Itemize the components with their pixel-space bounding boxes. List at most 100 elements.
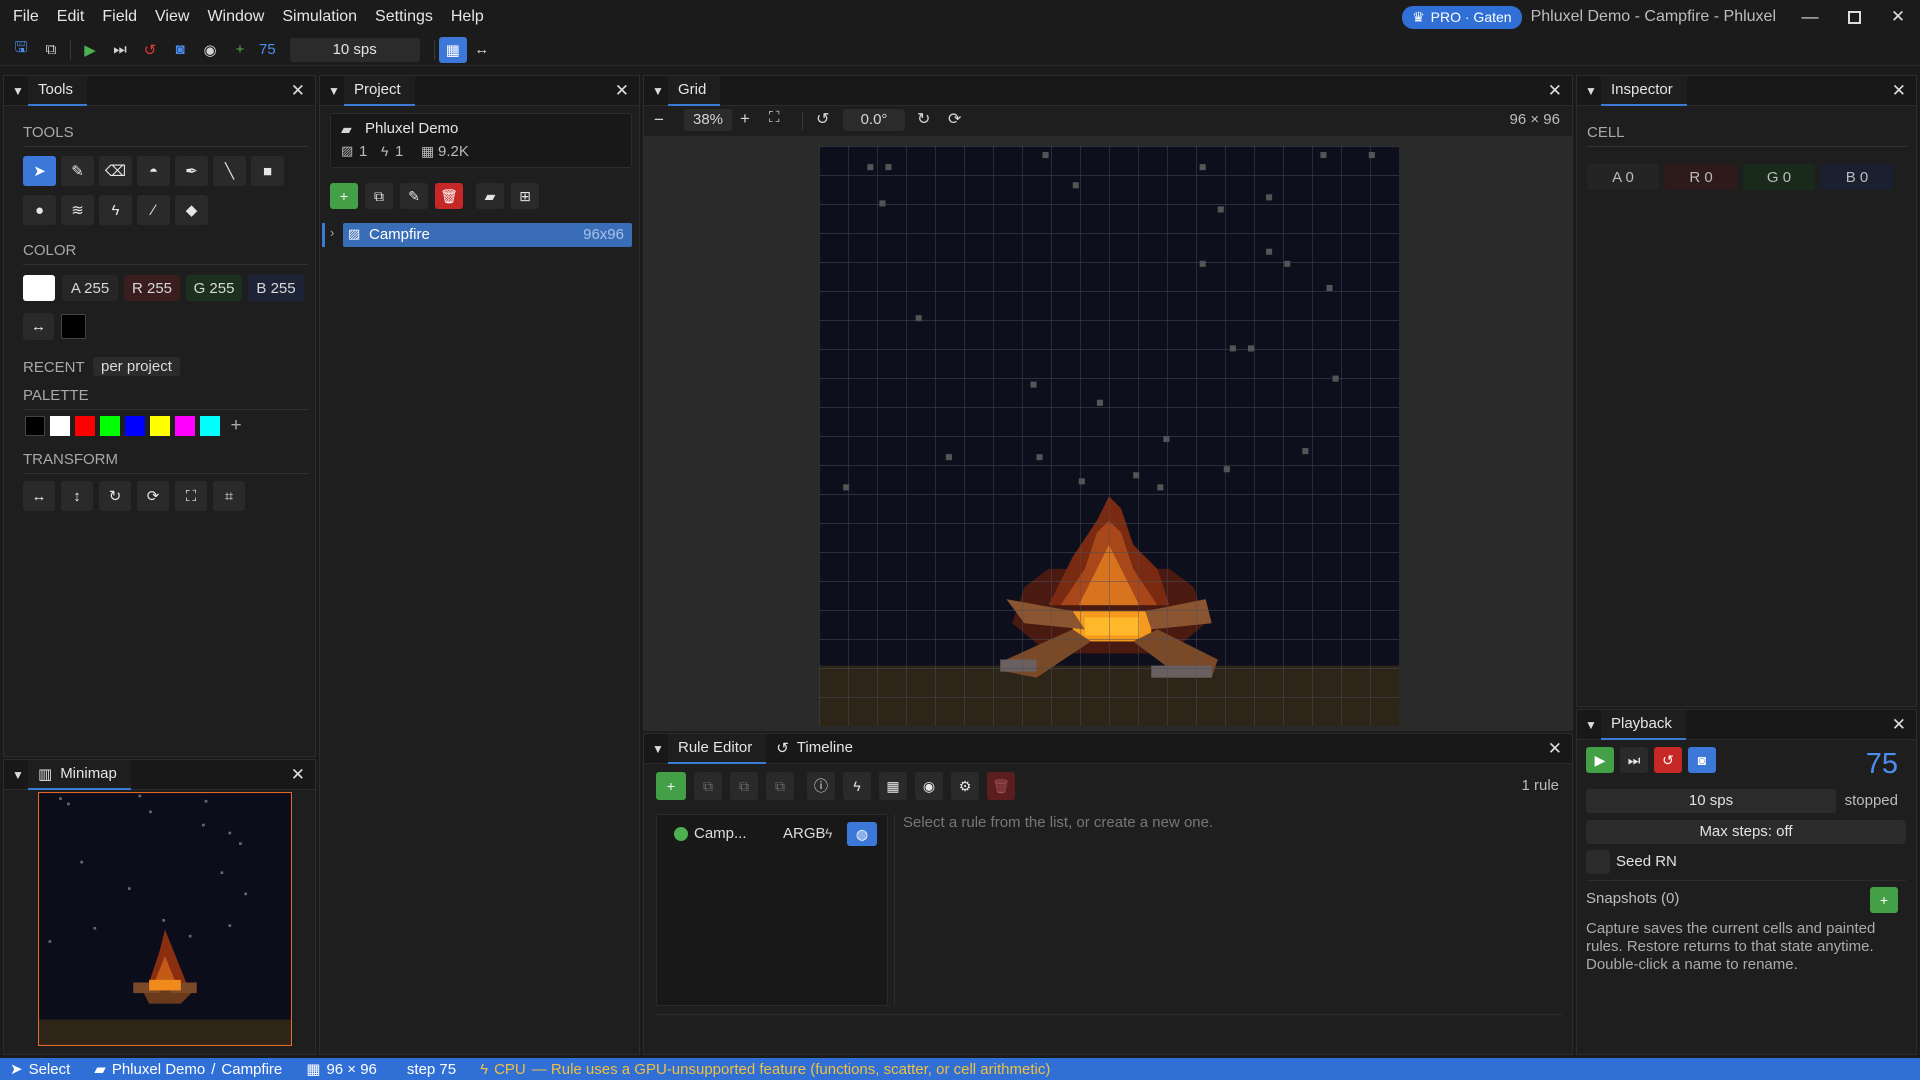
step-button[interactable]: ⏭ (105, 37, 135, 63)
reset-button[interactable]: ↺ (135, 37, 165, 63)
pencil-tool[interactable]: ✎ (61, 156, 94, 186)
menu-settings[interactable]: Settings (366, 8, 442, 26)
recent-mode-chip[interactable]: per project (93, 357, 180, 376)
collapse-icon[interactable]: ▼ (4, 760, 28, 790)
tab-playback[interactable]: Playback (1601, 709, 1686, 740)
minimize-button[interactable]: — (1788, 0, 1832, 34)
tree-item-campfire[interactable]: ▨ Campfire 96x96 (343, 223, 632, 247)
tag-tool[interactable]: ◆ (175, 195, 208, 225)
tab-grid[interactable]: Grid (668, 75, 721, 106)
collapse-icon[interactable]: ▼ (644, 734, 668, 764)
collapse-icon[interactable]: ▼ (1577, 76, 1601, 106)
add-snapshot-button[interactable]: + (1870, 887, 1898, 913)
duplicate-rule-button[interactable]: ⧉ (694, 772, 722, 800)
brush-tool[interactable]: ∕ (137, 195, 170, 225)
pro-badge[interactable]: ♛ PRO · Gaten (1402, 5, 1522, 29)
fit-button[interactable]: ⛶ (175, 481, 207, 511)
snapshot-button[interactable]: ◙ (165, 37, 195, 63)
chevron-right-icon[interactable]: › (330, 225, 334, 240)
rule-preview-button[interactable]: ◉ (915, 772, 943, 800)
rule-grid-button[interactable]: ▦ (879, 772, 907, 800)
close-icon[interactable]: ✕ (291, 765, 305, 785)
rule-info-button[interactable]: ⓘ (807, 772, 835, 800)
rule-tool[interactable]: ϟ (99, 195, 132, 225)
tab-timeline[interactable]: ↺ Timeline (766, 734, 867, 764)
rotation-field[interactable]: 0.0° (843, 109, 905, 131)
rotate-button[interactable]: ↻ (99, 481, 131, 511)
palette-swatch-cyan[interactable] (200, 416, 220, 436)
rule-trigger-button[interactable]: ϟ (843, 772, 871, 800)
add-button[interactable]: + (225, 37, 255, 63)
max-steps-field[interactable]: Max steps: off (1586, 820, 1906, 844)
palette-swatch-black[interactable] (25, 416, 45, 436)
tab-tools[interactable]: Tools (28, 75, 88, 106)
status-project[interactable]: ▰ Phluxel Demo / Campfire (94, 1060, 282, 1079)
menu-file[interactable]: File (0, 8, 48, 26)
palette-swatch-yellow[interactable] (150, 416, 170, 436)
flip-horizontal-button[interactable]: ↔ (23, 481, 55, 511)
collapse-icon[interactable]: ▼ (320, 76, 344, 106)
close-icon[interactable]: ✕ (1892, 715, 1906, 735)
new-image-button[interactable]: + (330, 183, 358, 209)
copy-rule-button[interactable]: ⧉ (730, 772, 758, 800)
menu-simulation[interactable]: Simulation (273, 8, 366, 26)
rule-enabled-indicator[interactable] (674, 827, 688, 841)
globe-icon[interactable]: ◍ (847, 822, 877, 846)
palette-swatch-green[interactable] (100, 416, 120, 436)
open-folder-button[interactable]: ▰ (476, 183, 504, 209)
preview-button[interactable]: ◉ (195, 37, 225, 63)
grid-toggle-button[interactable]: ▦ (438, 36, 467, 63)
rename-button[interactable]: ✎ (400, 183, 428, 209)
close-icon[interactable]: ✕ (1892, 81, 1906, 101)
menu-window[interactable]: Window (198, 8, 273, 26)
green-channel[interactable]: G 255 (186, 275, 242, 301)
playback-play-button[interactable]: ▶ (1586, 747, 1614, 773)
rotate-180-button[interactable]: ⟳ (137, 481, 169, 511)
add-rule-button[interactable]: + (656, 772, 686, 800)
crop-button[interactable]: ⌗ (213, 481, 245, 511)
maximize-button[interactable] (1832, 0, 1876, 34)
rotate-right-button[interactable]: ↻ (917, 109, 930, 129)
menu-view[interactable]: View (146, 8, 198, 26)
eraser-tool[interactable]: ⌫ (99, 156, 132, 186)
rule-settings-button[interactable]: ⚙ (951, 772, 979, 800)
zoom-out-button[interactable]: − (654, 110, 664, 130)
eyedropper-tool[interactable]: ✒ (175, 156, 208, 186)
select-tool[interactable]: ➤ (23, 156, 56, 186)
menu-help[interactable]: Help (442, 8, 493, 26)
menu-edit[interactable]: Edit (48, 8, 94, 26)
zoom-field[interactable]: 38% (684, 109, 732, 131)
red-channel[interactable]: R 255 (124, 275, 180, 301)
collapse-icon[interactable]: ▼ (1577, 710, 1601, 740)
delete-rule-button[interactable]: 🗑 (987, 772, 1015, 800)
rotate-left-button[interactable]: ↺ (816, 109, 829, 129)
close-icon[interactable]: ✕ (1548, 739, 1562, 759)
close-icon[interactable]: ✕ (1548, 81, 1562, 101)
tab-minimap[interactable]: ▥ Minimap (28, 759, 131, 790)
playback-step-button[interactable]: ⏭ (1620, 747, 1648, 773)
pixel-canvas[interactable] (819, 146, 1399, 726)
playback-snapshot-button[interactable]: ◙ (1688, 747, 1716, 773)
palette-swatch-blue[interactable] (125, 416, 145, 436)
tab-inspector[interactable]: Inspector (1601, 75, 1687, 106)
tab-project[interactable]: Project (344, 75, 415, 106)
close-icon[interactable]: ✕ (291, 81, 305, 101)
save-as-button[interactable]: ⧉ (36, 37, 66, 63)
primary-color-swatch[interactable] (23, 275, 55, 301)
save-button[interactable]: 🖫 (6, 37, 36, 63)
project-card[interactable]: ▰ Phluxel Demo ▨ 1 ϟ 1 ▦ 9.2K (330, 113, 632, 168)
menu-field[interactable]: Field (93, 8, 146, 26)
collapse-icon[interactable]: ▼ (4, 76, 28, 106)
tab-rule-editor[interactable]: Rule Editor (668, 733, 767, 764)
close-icon[interactable]: ✕ (615, 81, 629, 101)
palette-swatch-white[interactable] (50, 416, 70, 436)
sps-field[interactable]: 10 sps (289, 37, 420, 62)
paste-rule-button[interactable]: ⧉ (766, 772, 794, 800)
duplicate-button[interactable]: ⧉ (365, 183, 393, 209)
rule-list-item[interactable]: Camp... ARGB ϟ ◍ (657, 819, 887, 849)
secondary-color-swatch[interactable] (61, 314, 86, 339)
blue-channel[interactable]: B 255 (248, 275, 304, 301)
tree-view-button[interactable]: ⊞ (511, 183, 539, 209)
minimap-view[interactable] (38, 792, 292, 1046)
collapse-icon[interactable]: ▼ (644, 76, 668, 106)
